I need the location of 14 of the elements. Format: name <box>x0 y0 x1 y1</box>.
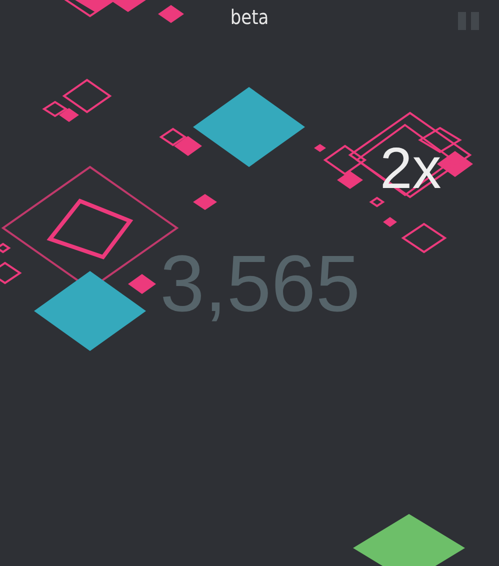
diamond-tile <box>128 274 156 294</box>
diamond-tile <box>174 136 202 156</box>
game-title: beta <box>230 5 269 29</box>
diamond-tile <box>314 144 326 152</box>
diamond-tile <box>193 194 217 210</box>
diamond-tile <box>110 0 146 12</box>
diamond-outline <box>401 222 447 254</box>
diamond-tile <box>337 171 363 189</box>
multiplier: 2x <box>380 140 442 198</box>
diamond-outline <box>159 128 187 146</box>
pause-icon[interactable] <box>458 12 479 30</box>
diamond-tile <box>59 108 79 122</box>
diamond-tile <box>158 5 184 23</box>
diamond-tile <box>383 217 397 227</box>
